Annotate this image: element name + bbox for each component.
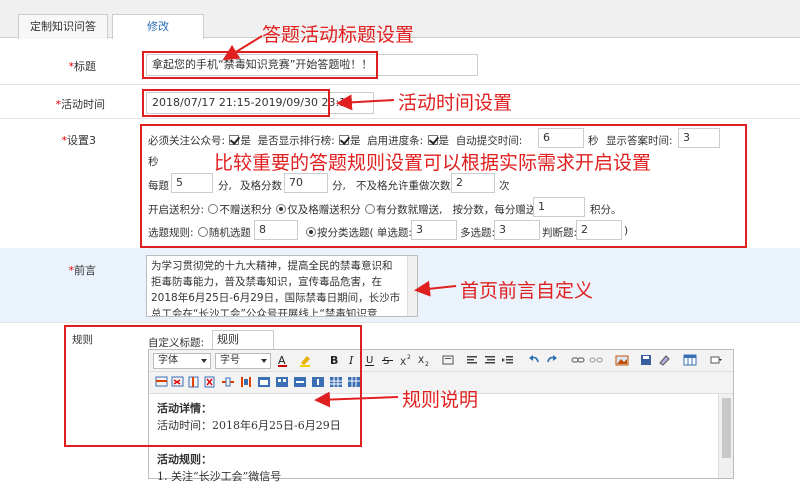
annotation-arrows [222, 35, 457, 408]
rules-arrow [314, 391, 399, 408]
title-arrow [222, 35, 263, 61]
time-arrow [336, 94, 395, 111]
preface-arrow [414, 280, 457, 297]
